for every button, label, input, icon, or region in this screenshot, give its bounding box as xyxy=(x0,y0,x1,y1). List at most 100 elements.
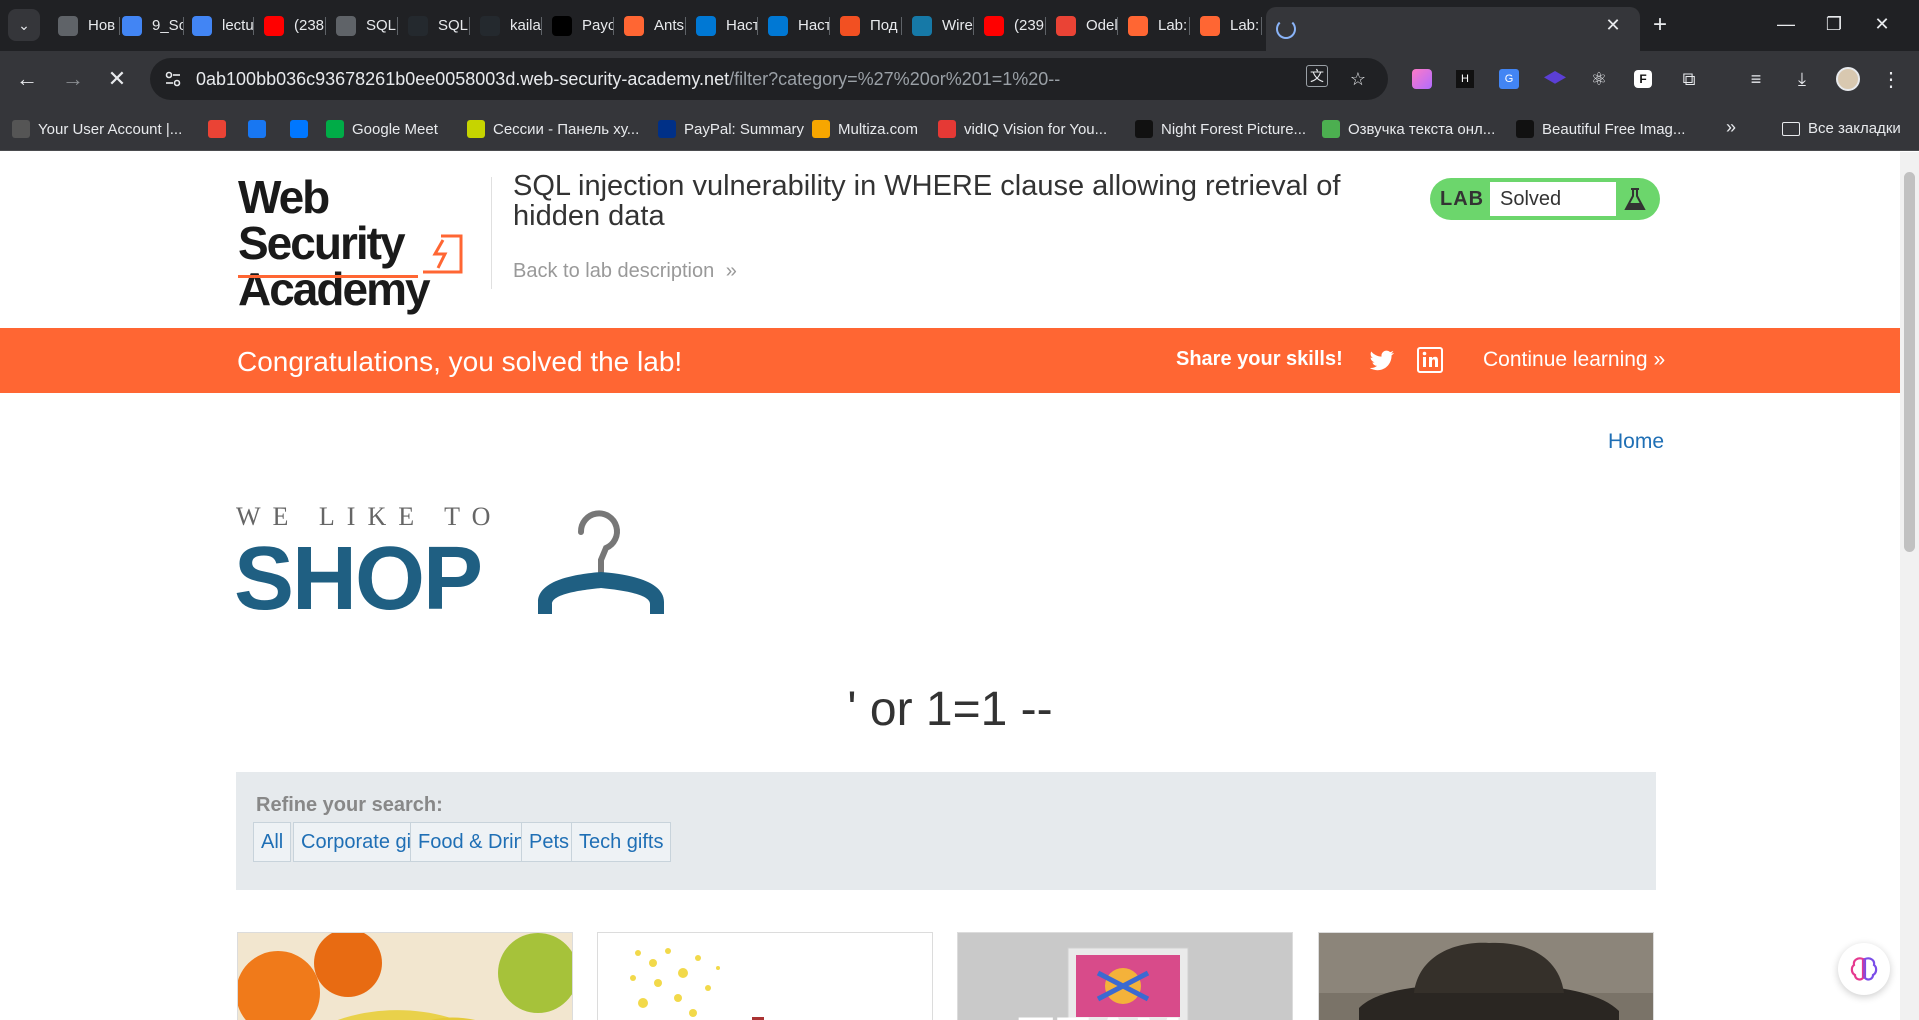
tab-item[interactable]: Wire xyxy=(902,7,974,44)
refine-search-label: Refine your search: xyxy=(256,794,443,816)
bookmark-item[interactable] xyxy=(208,120,234,138)
bookmark-item[interactable]: Beautiful Free Imag... xyxy=(1516,120,1685,138)
tab-label: Наст xyxy=(798,17,830,34)
google-translate-icon[interactable]: G xyxy=(1495,65,1523,93)
menu-kebab-icon[interactable]: ⋮ xyxy=(1877,65,1905,93)
tab-item[interactable]: Lab: xyxy=(1190,7,1262,44)
tab-close-button[interactable]: ✕ xyxy=(1601,13,1625,37)
tab-item[interactable]: Ants xyxy=(614,7,686,44)
bookmark-label: Night Forest Picture... xyxy=(1161,120,1307,138)
tab-label: Lab: xyxy=(1158,17,1188,34)
tab-item[interactable]: Нов xyxy=(48,7,120,44)
bookmark-item[interactable]: Сессии - Панель ху... xyxy=(467,120,639,138)
reading-list-icon[interactable]: ≡ xyxy=(1742,65,1770,93)
gmail-icon xyxy=(208,120,226,138)
close-window-button[interactable]: ✕ xyxy=(1867,12,1897,36)
product-card-perfume[interactable] xyxy=(597,932,933,1020)
url-text[interactable]: 0ab100bb036c93678261b0ee0058003d.web-sec… xyxy=(196,69,1060,90)
tab-item[interactable]: lectu xyxy=(182,7,254,44)
product-card-hat[interactable] xyxy=(1318,932,1654,1020)
tab-item[interactable]: kaila xyxy=(470,7,542,44)
bookmarks-overflow-button[interactable]: » xyxy=(1726,117,1736,138)
filter-all[interactable]: All xyxy=(253,822,292,862)
bookmark-item[interactable] xyxy=(248,120,274,138)
ai-swoosh-icon xyxy=(192,15,212,36)
home-link[interactable]: Home xyxy=(1608,430,1664,454)
scrollbar-thumb[interactable] xyxy=(1904,172,1915,552)
product-card-team[interactable]: TEAM xyxy=(957,932,1293,1020)
bookmark-item[interactable]: Google Meet xyxy=(326,120,438,138)
address-bar[interactable]: 0ab100bb036c93678261b0ee0058003d.web-sec… xyxy=(150,58,1388,100)
stop-loading-button[interactable]: ✕ xyxy=(103,65,131,93)
filter-pets[interactable]: Pets xyxy=(521,822,578,862)
windows-icon xyxy=(696,15,716,36)
unsplash-icon xyxy=(1516,120,1534,138)
restore-button[interactable]: ❐ xyxy=(1819,12,1849,36)
refine-search-panel: Refine your search: All Corporate gifts … xyxy=(236,772,1656,890)
chevron-down-icon: ⌄ xyxy=(18,17,30,33)
arrow-left-icon: ← xyxy=(16,66,38,91)
ai-swoosh-icon xyxy=(122,15,142,36)
bookmark-item[interactable]: Multiza.com xyxy=(812,120,918,138)
linkedin-icon[interactable] xyxy=(1417,347,1443,373)
continue-learning-label: Continue learning xyxy=(1483,348,1648,371)
profile-avatar[interactable] xyxy=(1834,65,1862,93)
back-to-lab-description-link[interactable]: Back to lab description » xyxy=(513,260,737,283)
extension-cap-icon[interactable] xyxy=(1541,65,1569,93)
new-tab-button[interactable]: + xyxy=(1645,10,1675,40)
tab-label: kaila xyxy=(510,17,541,34)
bookmark-item[interactable]: Озвучка текста онл... xyxy=(1322,120,1495,138)
tab-label: Odel xyxy=(1086,17,1118,34)
minimize-button[interactable]: — xyxy=(1771,12,1801,36)
bookmark-item[interactable] xyxy=(290,120,316,138)
extension-h-icon[interactable]: H xyxy=(1451,65,1479,93)
bookmark-star-icon[interactable]: ☆ xyxy=(1344,65,1372,93)
product-image xyxy=(238,933,572,1020)
hanger-icon xyxy=(538,510,664,614)
bookmark-label: Your User Account |... xyxy=(38,120,183,138)
download-icon[interactable]: ⤓ xyxy=(1788,65,1816,93)
tab-item[interactable]: Наст xyxy=(686,7,758,44)
tab-item[interactable]: (239 xyxy=(974,7,1046,44)
twitter-icon[interactable] xyxy=(1369,349,1395,373)
bookmark-item[interactable]: Your User Account |... xyxy=(12,120,182,138)
windows-icon xyxy=(768,15,788,36)
page-scrollbar[interactable] xyxy=(1900,152,1919,1020)
tab-item-active[interactable] xyxy=(1266,7,1640,51)
extensions-puzzle-icon[interactable]: ⧉ xyxy=(1675,65,1703,93)
github-icon xyxy=(480,15,500,36)
web-security-academy-logo[interactable]: Web Security Academy xyxy=(238,174,488,312)
tab-label: Наст xyxy=(726,17,758,34)
tab-item[interactable]: SQL xyxy=(398,7,470,44)
chrome-icon xyxy=(58,15,78,36)
product-card-fruit[interactable] xyxy=(237,932,573,1020)
tab-item[interactable]: Под xyxy=(830,7,902,44)
bookmark-item[interactable]: vidIQ Vision for You... xyxy=(938,120,1107,138)
floating-assistant-button[interactable] xyxy=(1838,943,1890,995)
extension-gradient-icon[interactable] xyxy=(1408,65,1436,93)
react-devtools-icon[interactable]: ⚛ xyxy=(1585,65,1613,93)
tab-item[interactable]: Lab: xyxy=(1118,7,1190,44)
tab-item[interactable]: 9_So xyxy=(112,7,184,44)
back-button[interactable]: ← xyxy=(13,65,41,93)
tab-item[interactable]: Odel xyxy=(1046,7,1118,44)
continue-learning-link[interactable]: Continue learning » xyxy=(1483,348,1665,372)
tab-item[interactable]: SQLi xyxy=(326,7,398,44)
forward-button[interactable]: → xyxy=(59,65,87,93)
filter-tech-gifts[interactable]: Tech gifts xyxy=(571,822,672,862)
bookmark-item[interactable]: PayPal: Summary xyxy=(658,120,804,138)
vidiq-icon xyxy=(938,120,956,138)
translate-icon[interactable]: 文 xyxy=(1306,65,1328,87)
extension-f-icon[interactable]: F xyxy=(1629,65,1657,93)
site-info-icon[interactable] xyxy=(164,70,182,88)
lab-status-tag: LAB xyxy=(1440,188,1485,210)
tab-item[interactable]: Payo xyxy=(542,7,614,44)
close-icon: ✕ xyxy=(107,66,127,91)
tab-item[interactable]: (238 xyxy=(254,7,326,44)
tab-separator xyxy=(1261,17,1262,35)
bookmark-item[interactable]: Night Forest Picture... xyxy=(1135,120,1306,138)
tab-item[interactable]: Наст xyxy=(758,7,830,44)
all-bookmarks-button[interactable]: Все закладки xyxy=(1782,120,1901,137)
tab-search-button[interactable]: ⌄ xyxy=(8,9,40,41)
bookmark-label: Сессии - Панель ху... xyxy=(493,120,640,138)
